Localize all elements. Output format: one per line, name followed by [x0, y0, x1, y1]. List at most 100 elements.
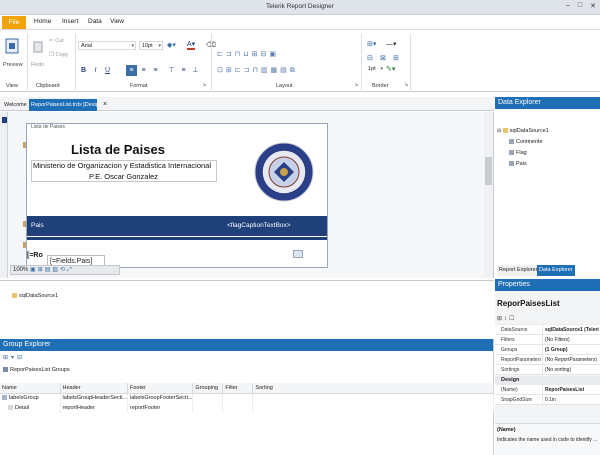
- file-menu[interactable]: File: [2, 16, 26, 29]
- tab-welcome[interactable]: Welcome: [2, 99, 29, 111]
- data-explorer-title: Data Explorer: [495, 97, 600, 109]
- table-cell: [252, 393, 494, 403]
- group-explorer-toolbar-icons[interactable]: ⊞▾⊟: [3, 354, 25, 361]
- tab-report-design[interactable]: ReporPaisesList.trdx [Design]: [29, 99, 97, 111]
- preview-button[interactable]: Preview: [3, 62, 23, 68]
- column-header[interactable]: Name: [0, 383, 61, 394]
- redo-icon[interactable]: [33, 40, 43, 54]
- tab-home[interactable]: Home: [34, 18, 51, 25]
- border-outer-icon[interactable]: ⊠: [380, 54, 386, 62]
- align-bottom-icon[interactable]: ⊥: [190, 65, 201, 76]
- tab-report-explorer[interactable]: Report Explorer: [497, 265, 540, 276]
- properties-panel: Properties ReporPaisesList ⊞↕☐ DataSourc…: [495, 279, 600, 455]
- property-row[interactable]: Groups (1 Group): [495, 345, 600, 355]
- tree-field-continente[interactable]: Continente: [509, 139, 543, 145]
- logo-seal-image[interactable]: [253, 140, 315, 204]
- format-launcher-icon[interactable]: ↘: [202, 82, 206, 88]
- font-size-select[interactable]: 10pt ▾: [139, 41, 163, 50]
- header-flag-caption[interactable]: <flagCaptionTextBox>: [227, 222, 291, 229]
- minimize-icon[interactable]: –: [566, 2, 570, 10]
- table-row[interactable]: Detail reportHeader reportFooter: [0, 403, 494, 413]
- borders-icon[interactable]: ⊞▾: [367, 40, 376, 48]
- menu-bar: File Home Insert Data View: [0, 15, 600, 30]
- tab-data-explorer[interactable]: Data Explorer: [537, 265, 575, 276]
- property-row[interactable]: (Name) ReporPaisesList: [495, 385, 600, 395]
- align-right-icon[interactable]: ≡: [150, 65, 161, 76]
- field-icon: [509, 150, 514, 156]
- zoom-level[interactable]: 100%: [13, 267, 28, 273]
- font-family-select[interactable]: Arial ▾: [78, 41, 136, 50]
- layout-launcher-icon[interactable]: ↘: [354, 82, 358, 88]
- properties-toolbar-icons[interactable]: ⊞↕☐: [497, 315, 516, 322]
- preview-icon[interactable]: [5, 38, 19, 54]
- copy-button[interactable]: ❐ Copy: [49, 52, 68, 58]
- layout-align-icons[interactable]: ⊏⊐⊓⊔⊞⊟▣: [217, 50, 279, 58]
- property-row[interactable]: SnapGridSize 0.1in: [495, 395, 600, 405]
- properties-title: Properties: [495, 279, 600, 291]
- group-explorer-panel: Group Explorer ⊞▾⊟ ReporPaisesList Group…: [0, 339, 494, 455]
- maximize-icon[interactable]: □: [578, 2, 582, 10]
- table-cell: labelsGroupFooterSecti...: [127, 393, 194, 403]
- table-cell: [192, 393, 224, 403]
- column-header[interactable]: Grouping: [192, 383, 224, 394]
- section-marker-icon[interactable]: [2, 117, 7, 123]
- border-color-icon[interactable]: ✎▾: [386, 65, 395, 73]
- fill-color-icon[interactable]: ◆▾: [167, 41, 176, 49]
- property-row[interactable]: Filters (No Filters): [495, 335, 600, 345]
- group-tree-root[interactable]: ReporPaisesList Groups: [3, 367, 70, 373]
- cut-icon: ✂: [49, 38, 54, 44]
- report-surface[interactable]: Lista de Paises Lista de Paises Minister…: [26, 123, 328, 268]
- tab-insert[interactable]: Insert: [62, 18, 78, 25]
- bold-button[interactable]: B: [78, 65, 89, 76]
- table-cell: Detail: [0, 403, 61, 413]
- align-middle-icon[interactable]: ≡: [178, 65, 189, 76]
- flag-picture-icon[interactable]: [293, 250, 303, 258]
- border-width-select[interactable]: 1pt ▾: [366, 65, 384, 74]
- property-row[interactable]: DataSource sqlDataSource1 (Teleri: [495, 325, 600, 335]
- close-icon[interactable]: ✕: [590, 2, 596, 10]
- collapse-icon[interactable]: ⊟: [497, 128, 501, 134]
- border-style-icon[interactable]: —▾: [386, 40, 397, 48]
- tab-data[interactable]: Data: [88, 18, 102, 25]
- close-tab-icon[interactable]: ×: [101, 99, 109, 111]
- align-center-icon[interactable]: ≡: [138, 65, 149, 76]
- table-row[interactable]: labelsGroup labelsGroupHeaderSecti... la…: [0, 393, 494, 403]
- table-cell: labelsGroupHeaderSecti...: [60, 393, 129, 403]
- canvas-vertical-scrollbar[interactable]: [484, 112, 493, 278]
- border-sides-icon[interactable]: ⊟: [367, 54, 373, 62]
- font-color-icon[interactable]: A▾: [187, 40, 196, 50]
- table-header-row: Name Header Footer Grouping Filter Sorti…: [0, 383, 494, 394]
- border-launcher-icon[interactable]: ↘: [404, 82, 408, 88]
- property-row[interactable]: ReportParameters (No ReportParameters): [495, 355, 600, 365]
- tray-datasource-item[interactable]: sqlDataSource1: [12, 293, 58, 299]
- component-tray: sqlDataSource1: [0, 280, 494, 336]
- column-header[interactable]: Sorting: [252, 383, 494, 394]
- align-top-icon[interactable]: ⊤: [166, 65, 177, 76]
- layout-size-icons[interactable]: ⊡⊞⊏⊐⊓▥▦▤⧉: [217, 66, 298, 75]
- report-subtitle-ministry[interactable]: Ministerio de Organizacion y Estadistica…: [33, 161, 211, 170]
- align-left-icon[interactable]: ≡: [126, 65, 137, 76]
- report-subtitle-person[interactable]: P.E. Oscar Gonzalez: [89, 172, 158, 181]
- tree-field-flag[interactable]: Flag: [509, 150, 527, 156]
- header-label-pais[interactable]: Pais: [31, 222, 44, 229]
- table-cell: [222, 403, 254, 413]
- scrollbar-thumb[interactable]: [485, 157, 492, 185]
- property-category-design[interactable]: Design: [495, 376, 600, 385]
- datasource-icon: [502, 128, 508, 134]
- page-header-band[interactable]: Pais <flagCaptionTextBox>: [27, 216, 327, 236]
- column-header[interactable]: Footer: [127, 383, 194, 394]
- detail-expression-textbox[interactable]: [=Ro: [27, 252, 43, 259]
- tab-view[interactable]: View: [110, 18, 124, 25]
- cut-button[interactable]: ✂ Cut: [49, 38, 64, 44]
- tree-datasource[interactable]: ⊟ sqlDataSource1: [497, 128, 549, 134]
- underline-button[interactable]: U: [102, 65, 113, 76]
- tree-field-pais[interactable]: Pais: [509, 161, 527, 167]
- border-inner-icon[interactable]: ⊞: [393, 54, 399, 62]
- column-header[interactable]: Filter: [222, 383, 254, 394]
- italic-button[interactable]: I: [90, 65, 101, 76]
- property-row[interactable]: Sortings (No sorting): [495, 365, 600, 375]
- redo-button[interactable]: Redo: [31, 62, 44, 68]
- zoom-tools-icons[interactable]: ▣⊞▤▥⟲⤢: [30, 266, 74, 274]
- report-title[interactable]: Lista de Paises: [71, 142, 165, 157]
- column-header[interactable]: Header: [60, 383, 129, 394]
